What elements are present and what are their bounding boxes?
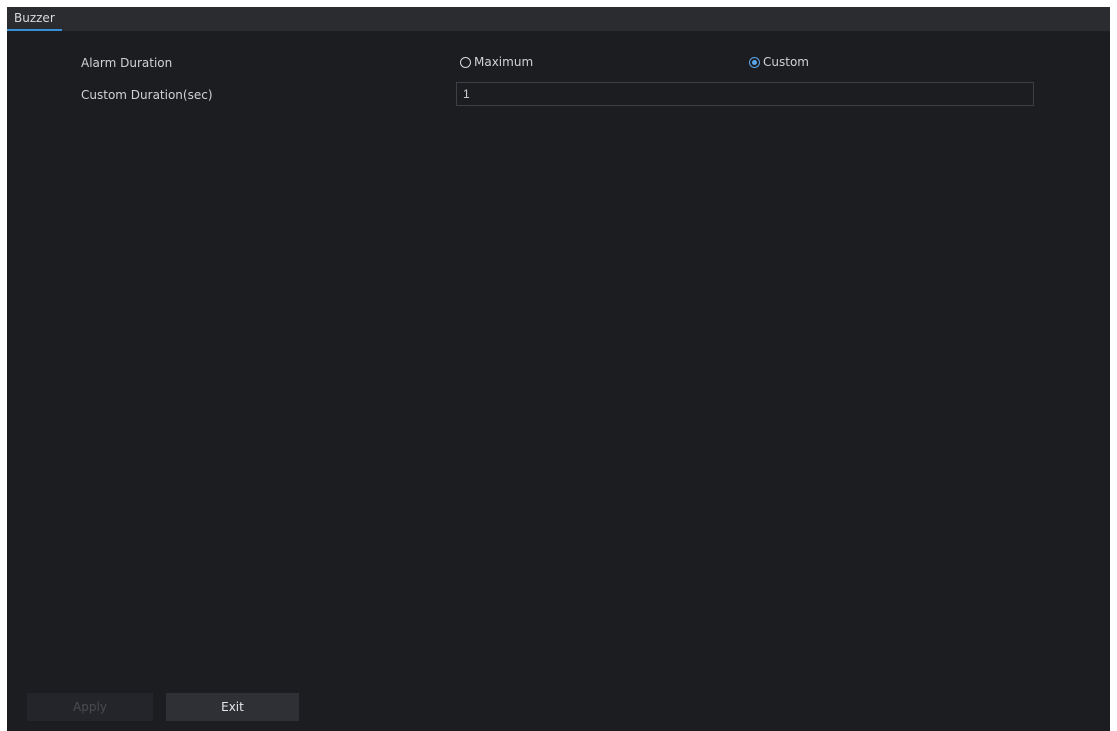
tab-buzzer[interactable]: Buzzer bbox=[7, 7, 62, 31]
radio-maximum[interactable]: Maximum bbox=[460, 55, 533, 69]
radio-custom-label: Custom bbox=[763, 55, 809, 69]
buzzer-settings-panel: Buzzer Alarm Duration Maximum Custom Cus… bbox=[7, 7, 1110, 731]
custom-duration-label: Custom Duration(sec) bbox=[81, 88, 213, 102]
radio-unchecked-icon bbox=[460, 56, 471, 68]
radio-custom[interactable]: Custom bbox=[749, 55, 809, 69]
apply-button[interactable]: Apply bbox=[27, 693, 153, 721]
custom-duration-input[interactable] bbox=[456, 82, 1034, 106]
exit-button[interactable]: Exit bbox=[166, 693, 299, 721]
radio-checked-icon bbox=[749, 56, 760, 68]
tab-bar: Buzzer bbox=[7, 7, 1110, 31]
radio-maximum-label: Maximum bbox=[474, 55, 534, 69]
alarm-duration-label: Alarm Duration bbox=[81, 56, 173, 70]
